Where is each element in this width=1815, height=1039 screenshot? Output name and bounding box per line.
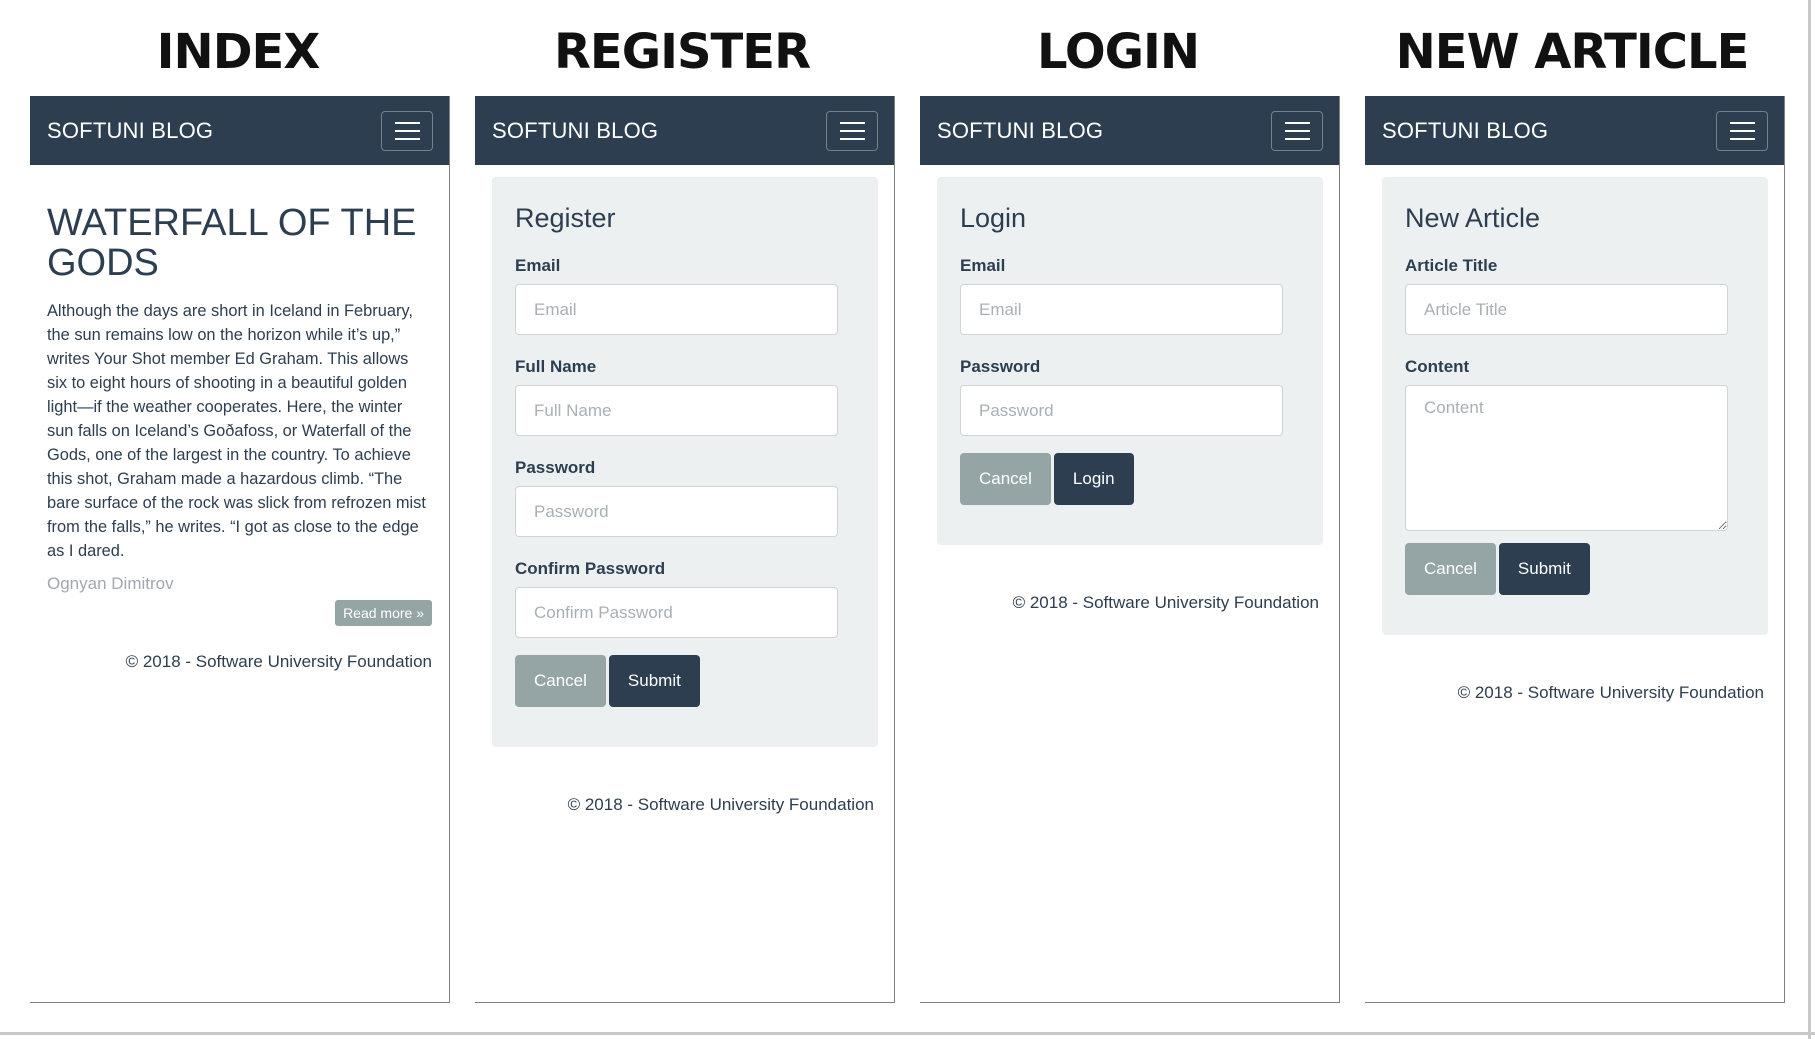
cancel-button[interactable]: Cancel: [1405, 543, 1496, 595]
article-title-field[interactable]: [1405, 284, 1728, 335]
hamburger-menu-icon[interactable]: [1716, 110, 1768, 151]
register-form: Register Email Full Name Password Confir…: [492, 177, 878, 747]
email-field[interactable]: [515, 284, 838, 335]
hamburger-menu-icon[interactable]: [1271, 110, 1323, 151]
heading-login: LOGIN: [1036, 24, 1200, 80]
password-field[interactable]: [515, 486, 838, 537]
article: WATERFALL OF THE GODS Although the days …: [30, 165, 449, 672]
full-name-field[interactable]: [515, 385, 838, 436]
heading-index: INDEX: [156, 24, 321, 80]
password-field[interactable]: [960, 385, 1283, 436]
content-label: Content: [1405, 357, 1470, 376]
index-panel: SOFTUNI BLOG WATERFALL OF THE GODS Altho…: [30, 96, 450, 1003]
article-title: WATERFALL OF THE GODS: [47, 202, 417, 284]
content-textarea[interactable]: [1405, 385, 1728, 531]
footer: © 2018 - Software University Foundation: [125, 652, 432, 671]
navbar: SOFTUNI BLOG: [1365, 96, 1784, 165]
read-more-button[interactable]: Read more »: [335, 600, 432, 626]
hamburger-menu-icon[interactable]: [826, 110, 878, 151]
footer: © 2018 - Software University Foundation: [1457, 683, 1764, 702]
full-name-label: Full Name: [515, 357, 597, 376]
new-article-panel: SOFTUNI BLOG New Article Article Title C…: [1365, 96, 1785, 1003]
navbar-brand[interactable]: SOFTUNI BLOG: [1382, 118, 1548, 144]
cancel-button[interactable]: Cancel: [515, 655, 606, 707]
article-body: Although the days are short in Iceland i…: [47, 302, 426, 560]
confirm-password-field[interactable]: [515, 587, 838, 638]
form-title: Login: [960, 203, 1027, 233]
navbar: SOFTUNI BLOG: [920, 96, 1339, 165]
navbar: SOFTUNI BLOG: [475, 96, 894, 165]
heading-new-article: NEW ARTICLE: [1395, 24, 1750, 80]
navbar-brand[interactable]: SOFTUNI BLOG: [937, 118, 1103, 144]
navbar: SOFTUNI BLOG: [30, 96, 449, 165]
submit-button[interactable]: Submit: [608, 655, 700, 707]
password-label: Password: [960, 357, 1041, 376]
navbar-brand[interactable]: SOFTUNI BLOG: [492, 118, 658, 144]
article-author: Ognyan Dimitrov: [47, 574, 174, 593]
email-label: Email: [515, 256, 561, 275]
navbar-brand[interactable]: SOFTUNI BLOG: [47, 118, 213, 144]
submit-button[interactable]: Submit: [1498, 543, 1590, 595]
form-title: New Article: [1405, 203, 1541, 233]
footer: © 2018 - Software University Foundation: [1012, 593, 1319, 612]
frame-border-bottom: [0, 1032, 1815, 1035]
register-panel: SOFTUNI BLOG Register Email Full Name Pa…: [475, 96, 895, 1003]
cancel-button[interactable]: Cancel: [960, 453, 1051, 505]
email-label: Email: [960, 256, 1006, 275]
heading-register: REGISTER: [553, 24, 811, 80]
frame-border-right: [1808, 0, 1811, 1039]
login-form: Login Email Password Cancel Login: [937, 177, 1323, 545]
password-label: Password: [515, 458, 596, 477]
confirm-password-label: Confirm Password: [515, 559, 666, 578]
email-field[interactable]: [960, 284, 1283, 335]
footer: © 2018 - Software University Foundation: [567, 795, 874, 814]
login-panel: SOFTUNI BLOG Login Email Password Cancel…: [920, 96, 1340, 1003]
form-title: Register: [515, 203, 616, 233]
login-button[interactable]: Login: [1053, 453, 1134, 505]
article-title-label: Article Title: [1405, 256, 1498, 275]
hamburger-menu-icon[interactable]: [381, 110, 433, 151]
new-article-form: New Article Article Title Content Cancel…: [1382, 177, 1768, 635]
